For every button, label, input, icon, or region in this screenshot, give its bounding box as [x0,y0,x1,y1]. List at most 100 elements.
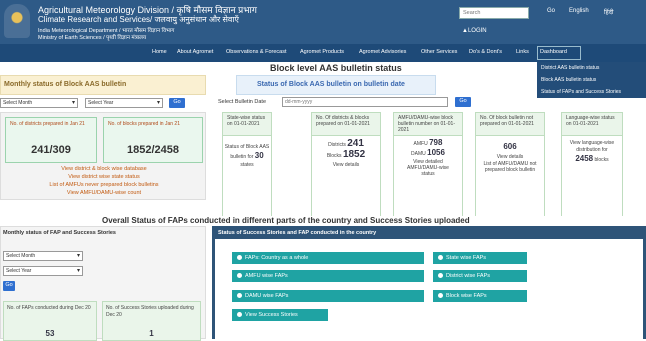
login-label: LOGIN [467,28,487,34]
damu-row: DAMU 1056 [394,148,462,157]
districts-row: Districts 241 [312,138,380,149]
not-prepared-body: 606 View details List of AMFU/DAMU not p… [476,135,544,217]
nav-home[interactable]: Home [152,49,167,55]
state-wise-faps-label: State wise FAPs [446,255,487,261]
not-prepared-value: 606 [503,142,517,151]
amfu-wise-faps-button[interactable]: AMFU wise FAPs [232,270,424,282]
nav-observations[interactable]: Observations & Forecast [226,49,287,55]
site-header: Agricultural Meteorology Division / कृषि… [0,0,646,44]
block-wise-faps-label: Block wise FAPs [446,293,487,299]
blocks-label: Blocks [326,153,342,159]
hindi-link[interactable]: हिंदी [604,8,613,18]
amfu-damu-body: AMFU 798 DAMU 1056 View detailed AMFU/DA… [394,135,462,217]
districts-blocks-body: Districts 241 Blocks 1852 View details [312,135,380,217]
dropdown-district-status[interactable]: District AAS bulletin status [541,65,599,71]
state-status-body[interactable]: Status of Block AAS bulletin for 30 stat… [223,135,271,217]
dropdown-fap-status[interactable]: Status of FAPs and Success Stories [541,89,621,95]
not-prepared-view-details[interactable]: View details [476,154,544,160]
daily-go-button[interactable]: Go [455,97,471,107]
districts-blocks-view-details[interactable]: View details [312,162,380,168]
page-title: Block level AAS bulletin status [270,63,402,73]
year-select[interactable]: Select Year [85,98,163,108]
districts-label: Districts [328,142,346,148]
amfu-label: AMFU [413,141,428,147]
districts-value: 241 [347,138,364,149]
eye-icon [237,273,242,278]
damu-wise-faps-button[interactable]: DAMU wise FAPs [232,290,424,302]
search-go-button[interactable]: Go [547,8,555,18]
state-status-line2: bulletin for 30 [223,151,271,160]
amfu-damu-card: AMFU/DAMU-wise block bulletin number on … [393,112,463,217]
damu-value: 1056 [427,148,445,157]
districts-prepared-label: No. of districts prepared in Jan 21 [10,121,85,127]
fap-monthly-panel: Monthly status of FAP and Success Storie… [0,226,206,341]
damu-label: DAMU [411,151,426,157]
districts-prepared-card: No. of districts prepared in Jan 21 241/… [5,117,97,163]
state-status-card: State-wise status on 01-01-2021 Status o… [222,112,272,217]
link-district-block-database[interactable]: View district & block wise database [1,166,207,172]
dropdown-block-status[interactable]: Block AAS bulletin status [541,77,596,83]
success-stories-card: No. of Success Stories uploaded during D… [102,301,201,341]
district-wise-faps-button[interactable]: District wise FAPs [433,270,527,282]
amfu-damu-heading: AMFU/DAMU-wise block bulletin number on … [398,115,455,133]
amfu-wise-faps-label: AMFU wise FAPs [245,273,288,279]
faps-country-button[interactable]: FAPs: Country as a whole [232,252,424,264]
block-wise-faps-button[interactable]: Block wise FAPs [433,290,527,302]
eye-icon [438,273,443,278]
state-count-value: 30 [254,151,264,160]
state-status-text: bulletin for [230,154,254,160]
faps-conducted-label: No. of FAPs conducted during Dec 20 [7,305,91,311]
monthly-stats-panel: No. of districts prepared in Jan 21 241/… [0,112,206,200]
nav-about[interactable]: About Agromet [177,49,213,55]
blocks-value: 1852 [342,149,366,160]
not-prepared-list-link[interactable]: List of AMFU/DAMU not prepared block bul… [476,161,544,173]
search-input[interactable] [459,7,529,19]
imd-emblem-icon [4,4,30,38]
nav-links[interactable]: Links [516,49,529,55]
districts-blocks-heading: No. Of districts & blocks prepared on 01… [316,115,370,127]
fap-go-button[interactable]: Go [3,281,15,291]
language-status-body[interactable]: View language-wise distribution for 2458… [562,135,622,217]
eye-icon [438,293,443,298]
district-wise-faps-label: District wise FAPs [446,273,491,279]
districts-blocks-card: No. Of districts & blocks prepared on 01… [311,112,381,217]
state-wise-faps-button[interactable]: State wise FAPs [433,252,527,264]
org-ministry: Ministry of Earth Sciences / पृथ्वी विज्… [38,35,147,41]
login-link[interactable]: ▲LOGIN [462,28,487,34]
english-link[interactable]: English [569,8,589,18]
monthly-status-header: Monthly status of Block AAS bulletin [0,75,206,95]
eye-icon [237,312,242,317]
monthly-go-button[interactable]: Go [169,98,185,108]
link-amfu-damu-count[interactable]: View AMFU/DAMU-wise count [1,190,207,196]
nav-other-services[interactable]: Other Services [421,49,457,55]
link-district-state-status[interactable]: View district wise state status [1,174,207,180]
view-success-stories-button[interactable]: View Success Stories [232,309,328,321]
dashboard-dropdown: District AAS bulletin status Block AAS b… [537,62,646,98]
success-stories-label: No. of Success Stories uploaded during D… [106,305,194,318]
nav-advisories[interactable]: Agromet Advisories [359,49,406,55]
success-stories-content: FAPs: Country as a whole State wise FAPs… [215,239,643,339]
nav-dos-donts[interactable]: Do's & Dont's [469,49,502,55]
amfu-damu-view-details[interactable]: View detailed AMFU/DAMU-wise status [394,159,462,177]
link-amfu-never-prepared[interactable]: List of AMFUs never prepared block bulle… [1,182,207,188]
success-stories-panel: Status of Success Stories and FAP conduc… [212,226,646,339]
language-status-card: Language-wise status on 01-01-2021 View … [561,112,623,217]
eye-icon [237,293,242,298]
fap-month-select[interactable]: Select Month [3,251,83,261]
faps-country-label: FAPs: Country as a whole [245,255,309,261]
language-count-value: 2458 [575,154,594,163]
nav-products[interactable]: Agromet Products [300,49,344,55]
daily-status-header: Status of Block AAS bulletin on bulletin… [236,75,436,95]
state-status-line3: states [240,162,254,168]
state-status-line1: Status of Block AAS [224,144,270,150]
state-status-heading: State-wise status on 01-01-2021 [227,115,266,127]
month-select[interactable]: Select Month [0,98,78,108]
overall-status-title: Overall Status of FAPs conducted in diff… [102,216,470,225]
language-row: 2458 blocks [562,154,622,163]
fap-year-select[interactable]: Select Year [3,266,83,276]
blocks-prepared-value: 1852/2458 [127,144,179,156]
blocks-prepared-card: No. of blocks prepared in Jan 21 1852/24… [103,117,203,163]
main-nav: Home About Agromet Observations & Foreca… [0,44,646,62]
bulletin-date-input[interactable] [282,97,448,107]
nav-dashboard[interactable]: Dashboard [540,49,567,55]
